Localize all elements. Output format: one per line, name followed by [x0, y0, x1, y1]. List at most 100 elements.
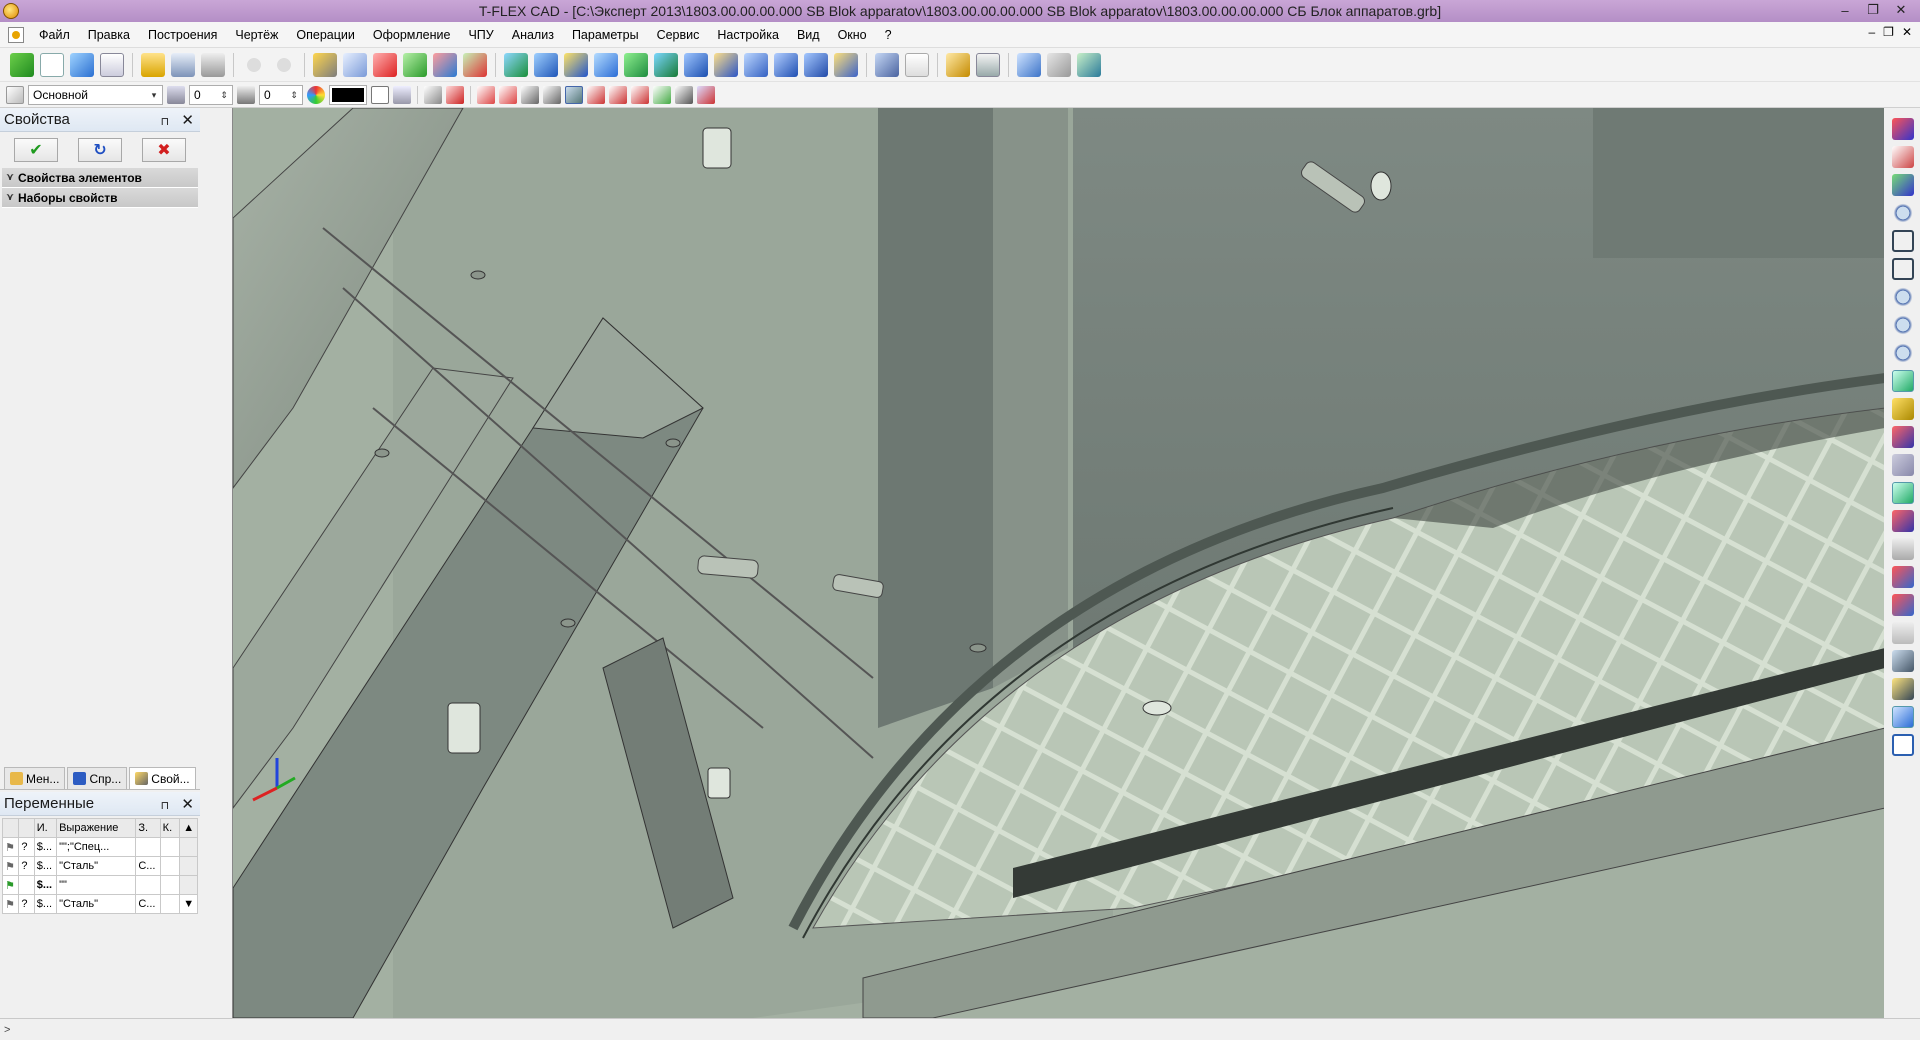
zoom-previous-icon[interactable] — [1892, 342, 1914, 364]
column-header[interactable]: Выражение — [56, 818, 137, 838]
smooth-icon[interactable] — [654, 52, 678, 77]
zoom-icon[interactable] — [1892, 202, 1914, 224]
layer-select[interactable]: Основной ▾ — [28, 84, 163, 105]
scroll-down-icon[interactable]: ▼ — [179, 894, 198, 914]
color-select[interactable] — [329, 84, 367, 105]
workplane-icon[interactable] — [343, 52, 367, 77]
menu-cnc[interactable]: ЧПУ — [459, 22, 502, 48]
filter-face-icon[interactable] — [565, 85, 583, 104]
filter-edge-icon[interactable] — [587, 85, 605, 104]
snap-node-icon[interactable] — [1892, 146, 1914, 168]
table-row[interactable]: ⚑ ? $... "Сталь" С... ▼ — [1, 894, 198, 914]
zoom-out-icon[interactable] — [1892, 314, 1914, 336]
minimize-button[interactable]: – — [1832, 0, 1858, 20]
sweep-icon[interactable] — [564, 52, 588, 77]
column-header[interactable]: З. — [135, 818, 161, 838]
rotate-view-icon[interactable] — [1892, 482, 1914, 504]
zoom-extents-icon[interactable] — [1892, 230, 1914, 252]
body-icon[interactable] — [804, 52, 828, 77]
spinner-icon[interactable]: ⇕ — [218, 86, 230, 104]
section-element-properties[interactable]: ⋎ Свойства элементов — [2, 168, 198, 188]
filter-variable-icon[interactable] — [697, 85, 715, 104]
zoom-fit-icon[interactable] — [1892, 258, 1914, 280]
color-palette-icon[interactable] — [307, 85, 325, 104]
zoom-window-icon[interactable] — [946, 52, 970, 77]
loft-icon[interactable] — [594, 52, 618, 77]
priority-input[interactable]: 0 ⇕ — [259, 84, 303, 105]
ok-button[interactable]: ✔ — [14, 138, 58, 162]
spinner-icon[interactable]: ⇕ — [288, 86, 300, 104]
pin-icon[interactable]: ⊓ — [161, 116, 170, 128]
hide-icon[interactable] — [1892, 622, 1914, 644]
cut-icon[interactable] — [714, 52, 738, 77]
table-cell[interactable]: "" — [56, 875, 137, 895]
scrollbar-track[interactable] — [179, 837, 198, 857]
select-face-icon[interactable] — [1892, 594, 1914, 616]
unlink-icon[interactable] — [1047, 52, 1071, 77]
dimension-icon[interactable] — [905, 52, 929, 77]
menu-parameters[interactable]: Параметры — [563, 22, 648, 48]
boolean-icon[interactable] — [624, 52, 648, 77]
tab-properties[interactable]: Свой... — [129, 767, 196, 789]
zoom-in-icon[interactable] — [1892, 286, 1914, 308]
filter-loop-icon[interactable] — [631, 85, 649, 104]
filter-vertex-icon[interactable] — [609, 85, 627, 104]
calculator-icon[interactable] — [976, 52, 1000, 77]
cancel-button[interactable]: ✖ — [142, 138, 186, 162]
filter-fragment-icon[interactable] — [675, 85, 693, 104]
new-3d-model-icon[interactable] — [70, 52, 94, 77]
fly-icon[interactable] — [1892, 454, 1914, 476]
3d-profile-icon[interactable] — [403, 52, 427, 77]
array-icon[interactable] — [684, 52, 708, 77]
orbit-icon[interactable] — [1892, 370, 1914, 392]
new-drawing-icon[interactable] — [100, 52, 124, 77]
open-folder-icon[interactable] — [141, 52, 165, 77]
undo-icon[interactable] — [242, 52, 266, 77]
lcs-icon[interactable] — [433, 52, 457, 77]
column-header[interactable] — [1, 818, 20, 838]
chevron-down-icon[interactable]: ▾ — [148, 86, 160, 104]
menu-service[interactable]: Сервис — [648, 22, 709, 48]
menu-file[interactable]: Файл — [30, 22, 79, 48]
3d-node-icon[interactable] — [373, 52, 397, 77]
filter-graphics-icon[interactable] — [521, 85, 539, 104]
panel-close-icon[interactable]: ✕ — [181, 796, 194, 813]
mdi-minimize-button[interactable]: – — [1868, 25, 1875, 39]
table-row[interactable]: ⚑ ? $... "Сталь" С... — [1, 856, 198, 876]
deselect-icon[interactable] — [446, 85, 464, 104]
copy-view-icon[interactable] — [1892, 538, 1914, 560]
select-elements-icon[interactable] — [424, 85, 442, 104]
scroll-up-icon[interactable]: ▲ — [179, 818, 198, 838]
table-cell[interactable]: "Сталь" — [56, 894, 137, 914]
walk-icon[interactable] — [1892, 426, 1914, 448]
new-document-icon[interactable] — [40, 52, 64, 77]
scrollbar-track[interactable] — [179, 875, 198, 895]
app-logo-icon[interactable] — [3, 3, 19, 19]
menu-drawing[interactable]: Чертёж — [226, 22, 287, 48]
pin-icon[interactable]: ⊓ — [161, 800, 170, 812]
menu-edit[interactable]: Правка — [79, 22, 139, 48]
menu-settings[interactable]: Настройка — [708, 22, 788, 48]
extrude-icon[interactable] — [504, 52, 528, 77]
rotate-icon[interactable] — [534, 52, 558, 77]
table-cell[interactable]: "";"Спец... — [56, 837, 137, 857]
document-icon[interactable] — [8, 26, 24, 43]
table-row[interactable]: ⚑ ? $... "";"Спец... — [1, 837, 198, 857]
snap-check-icon[interactable] — [1892, 174, 1914, 196]
column-header[interactable]: К. — [159, 818, 181, 838]
menu-construct[interactable]: Построения — [139, 22, 226, 48]
select-list-icon[interactable] — [393, 85, 411, 104]
measure-icon[interactable] — [313, 52, 337, 77]
restore-button[interactable]: ❐ — [1860, 0, 1886, 20]
spin-icon[interactable] — [1892, 510, 1914, 532]
tab-help[interactable]: Спр... — [67, 767, 128, 789]
redo-icon[interactable] — [272, 52, 296, 77]
menu-analysis[interactable]: Анализ — [503, 22, 563, 48]
mdi-close-button[interactable]: ✕ — [1902, 25, 1912, 39]
table-row[interactable]: ⚑ $... "" — [1, 875, 198, 895]
sheet-metal-icon[interactable] — [774, 52, 798, 77]
scrollbar-track[interactable] — [179, 856, 198, 876]
table-cell[interactable]: "Сталь" — [56, 856, 137, 876]
check-all-icon[interactable] — [10, 52, 34, 77]
panel-close-icon[interactable]: ✕ — [181, 112, 194, 129]
